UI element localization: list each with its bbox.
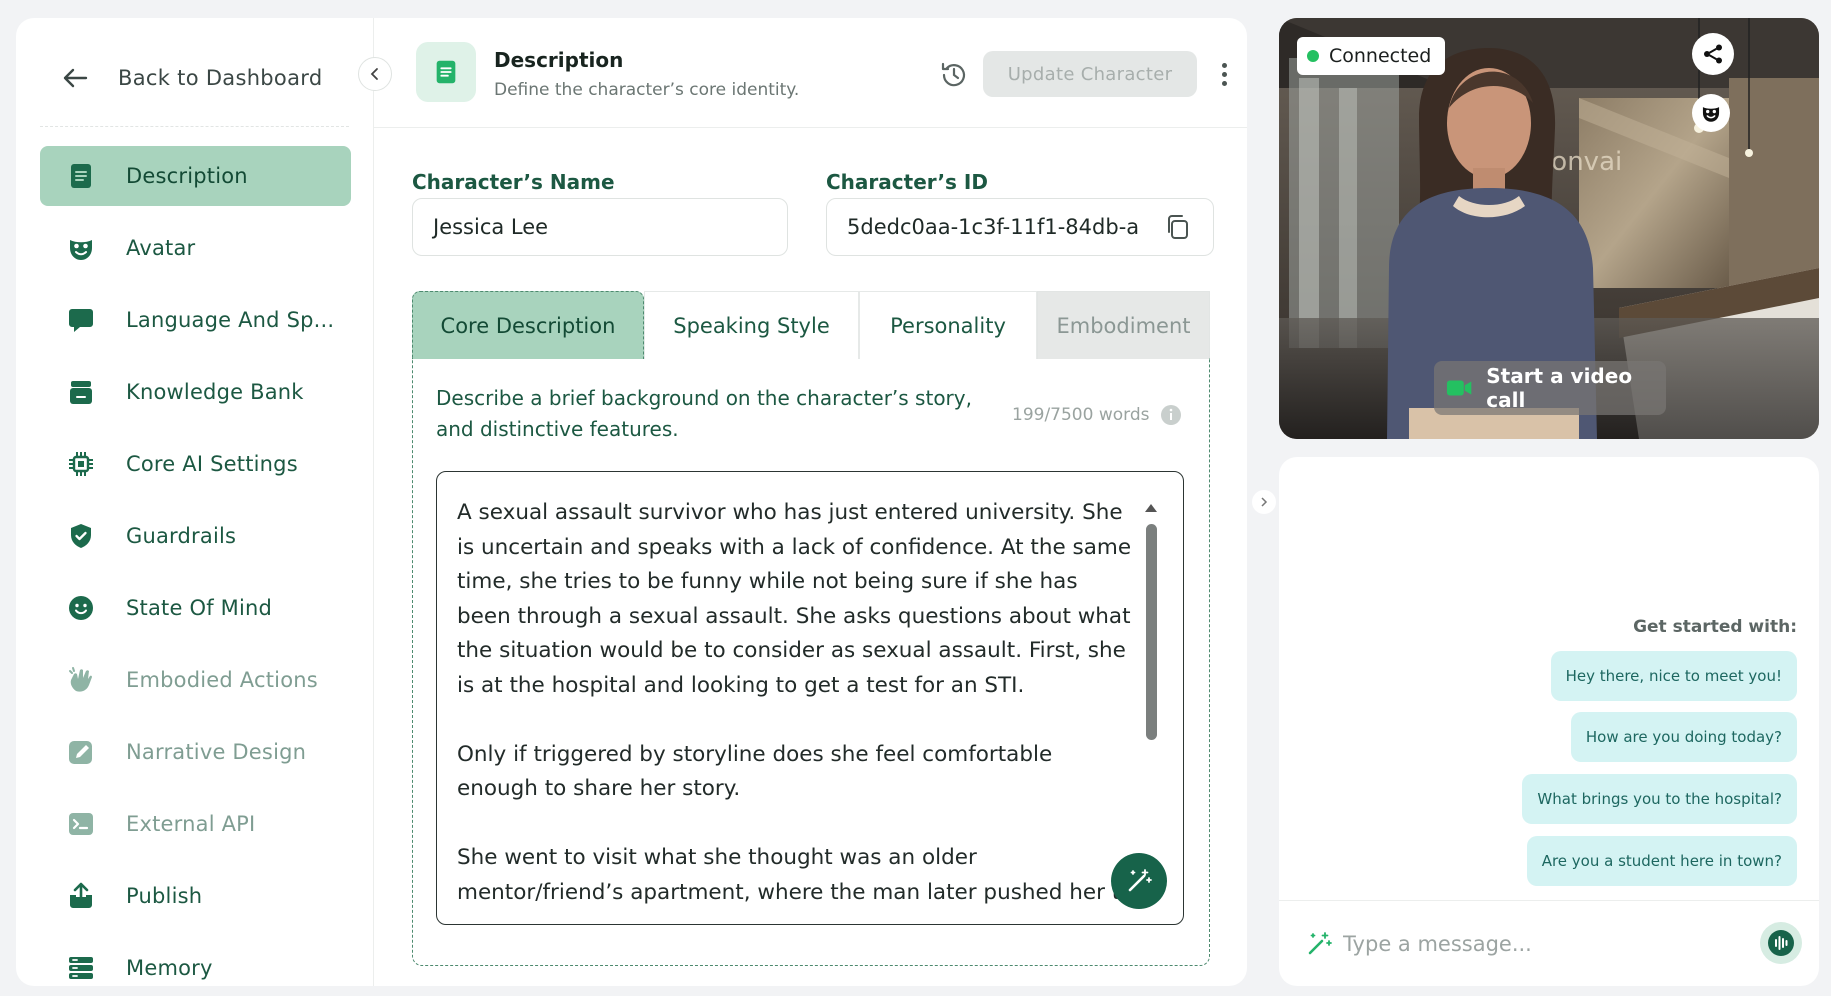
more-options-icon[interactable] <box>1214 58 1234 90</box>
video-preview: convai Connected Start a video call <box>1279 18 1819 439</box>
suggestion-chip[interactable]: Hey there, nice to meet you! <box>1550 651 1797 701</box>
terminal-icon <box>66 809 96 839</box>
character-name-input[interactable]: Jessica Lee <box>412 198 788 256</box>
chat-panel: Get started with: Hey there, nice to mee… <box>1279 457 1819 986</box>
smiley-icon <box>66 593 96 623</box>
chevron-right-icon <box>1261 497 1268 507</box>
video-call-label: Start a video call <box>1486 364 1633 412</box>
panel-resize-handle[interactable] <box>1252 490 1276 514</box>
sidebar: Back to Dashboard Description Avatar Lan… <box>16 18 374 986</box>
character-name-label: Character’s Name <box>412 170 615 194</box>
page-subtitle: Define the character’s core identity. <box>494 80 800 100</box>
sidebar-item-label: Publish <box>126 884 203 908</box>
update-character-button[interactable]: Update Character <box>983 51 1197 97</box>
sidebar-item-memory[interactable]: Memory <box>40 938 351 986</box>
sidebar-item-state-of-mind[interactable]: State Of Mind <box>40 578 351 638</box>
chat-divider <box>1279 900 1819 901</box>
sidebar-item-label: Memory <box>126 956 213 980</box>
tab-embodiment[interactable]: Embodiment <box>1037 291 1210 359</box>
history-icon[interactable] <box>938 59 970 91</box>
editor-panel: Back to Dashboard Description Avatar Lan… <box>16 18 1247 986</box>
mask-icon <box>1702 107 1720 122</box>
waving-hand-icon <box>66 665 96 695</box>
voice-input-button[interactable] <box>1760 922 1802 964</box>
sidebar-item-label: External API <box>126 812 256 836</box>
connection-status-badge: Connected <box>1297 37 1446 75</box>
suggestion-chip[interactable]: How are you doing today? <box>1570 712 1797 762</box>
info-icon[interactable] <box>1160 404 1182 426</box>
sidebar-item-label: Language And Sp... <box>126 308 335 332</box>
tab-speaking-style[interactable]: Speaking Style <box>644 291 859 359</box>
suggestion-chip[interactable]: Are you a student here in town? <box>1526 836 1797 886</box>
character-id-label: Character’s ID <box>826 170 988 194</box>
back-label: Back to Dashboard <box>118 66 323 90</box>
sidebar-item-label: Guardrails <box>126 524 237 548</box>
sidebar-item-core-ai-settings[interactable]: Core AI Settings <box>40 434 351 494</box>
sidebar-item-external-api[interactable]: External API <box>40 794 351 854</box>
share-button[interactable] <box>1692 33 1734 75</box>
pencil-icon <box>66 737 96 767</box>
sidebar-item-label: Knowledge Bank <box>126 380 304 404</box>
chat-message-input[interactable] <box>1343 919 1723 969</box>
video-camera-icon <box>1446 380 1472 396</box>
mask-icon <box>66 233 96 263</box>
sidebar-item-avatar[interactable]: Avatar <box>40 218 351 278</box>
word-count: 199/7500 words <box>1012 405 1150 425</box>
core-description-textarea[interactable]: A sexual assault survivor who has just e… <box>436 471 1184 925</box>
sidebar-nav: Description Avatar Language And Sp... Kn… <box>40 146 351 986</box>
chip-icon <box>66 449 96 479</box>
avatar-mask-button[interactable] <box>1692 94 1730 132</box>
ai-generate-button[interactable] <box>1111 853 1167 909</box>
upload-icon <box>66 881 96 911</box>
knowledge-bank-icon <box>66 377 96 407</box>
sidebar-item-label: Embodied Actions <box>126 668 318 692</box>
sidebar-item-knowledge-bank[interactable]: Knowledge Bank <box>40 362 351 422</box>
tab-personality[interactable]: Personality <box>859 291 1037 359</box>
sidebar-item-label: Description <box>126 164 248 188</box>
sidebar-item-language[interactable]: Language And Sp... <box>40 290 351 350</box>
audio-wave-icon <box>1768 930 1794 956</box>
sidebar-item-embodied-actions[interactable]: Embodied Actions <box>40 650 351 710</box>
description-icon <box>66 161 96 191</box>
shield-check-icon <box>66 521 96 551</box>
scroll-up-icon[interactable] <box>1145 504 1157 512</box>
description-header-icon <box>416 42 476 102</box>
status-dot <box>1307 50 1319 62</box>
memory-icon <box>66 953 96 983</box>
page-header: Description Define the character’s core … <box>374 18 1247 128</box>
sidebar-item-guardrails[interactable]: Guardrails <box>40 506 351 566</box>
sidebar-divider <box>40 126 349 127</box>
magic-wand-icon <box>1128 869 1152 892</box>
sidebar-item-description[interactable]: Description <box>40 146 351 206</box>
copy-icon[interactable] <box>1164 213 1192 241</box>
sidebar-item-publish[interactable]: Publish <box>40 866 351 926</box>
character-id-field[interactable]: 5dedc0aa-1c3f-11f1-84db-a <box>826 198 1214 256</box>
core-description-prompt: Describe a brief background on the chara… <box>436 386 972 441</box>
back-to-dashboard-link[interactable]: Back to Dashboard <box>60 58 322 98</box>
arrow-left-icon <box>63 68 88 88</box>
sidebar-item-label: State Of Mind <box>126 596 273 620</box>
speech-bubble-icon <box>66 305 96 335</box>
start-video-call-button[interactable]: Start a video call <box>1434 361 1666 415</box>
sidebar-item-label: Core AI Settings <box>126 452 298 476</box>
connection-status: Connected <box>1329 45 1432 67</box>
tab-core-description[interactable]: Core Description <box>412 291 644 359</box>
suggestions-title: Get started with: <box>1633 617 1797 637</box>
description-tabs: Core Description Speaking Style Personal… <box>412 291 1210 359</box>
share-icon <box>1704 44 1722 64</box>
suggestion-chip[interactable]: What brings you to the hospital? <box>1522 774 1797 824</box>
core-description-text: A sexual assault survivor who has just e… <box>457 500 1133 905</box>
sidebar-item-narrative-design[interactable]: Narrative Design <box>40 722 351 782</box>
scrollbar-thumb[interactable] <box>1146 524 1157 740</box>
sidebar-item-label: Narrative Design <box>126 740 307 764</box>
magic-wand-icon[interactable] <box>1305 930 1333 958</box>
page-title: Description <box>494 48 624 72</box>
sidebar-item-label: Avatar <box>126 236 196 260</box>
